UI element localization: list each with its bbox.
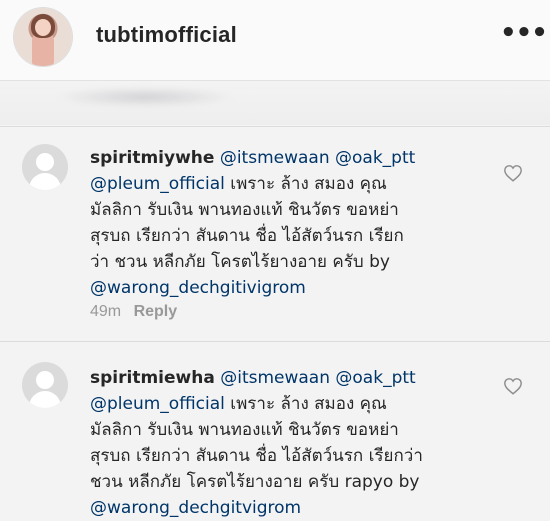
post-header: tubtimofficial ••• [0, 0, 550, 81]
profile-username[interactable]: tubtimofficial [96, 22, 237, 48]
comment-body-line: มัลลิกา รับเงิน พานทองแท้ ชินวัตร ขอหย่า [90, 420, 399, 440]
comment-body-line: ชวน หลีกภัย โครตไร้ยางอาย ครับ rapyo by [90, 472, 420, 492]
comment-body-line: ว่า ชวน หลีกภัย โครตไร้ยางอาย ครับ by [90, 252, 390, 272]
comment-mentions[interactable]: @itsmewaan @oak_ptt [220, 368, 415, 388]
comment-author[interactable]: spiritmiywhe [90, 148, 214, 168]
heart-outline-icon[interactable] [503, 164, 523, 182]
comment-timestamp: 49m [90, 303, 122, 320]
comment-item: spiritmiywhe @itsmewaan @oak_ptt @pleum_… [0, 127, 550, 341]
blurred-comment-area [0, 81, 550, 125]
comment-mention[interactable]: @warong_dechgitivigrom [90, 275, 500, 301]
comment-mention[interactable]: @pleum_official [90, 174, 225, 194]
comment-body-line: เพราะ ล้าง สมอง คุณ [224, 394, 387, 414]
comment-item: spiritmiewha @itsmewaan @oak_ptt @pleum_… [0, 342, 550, 518]
heart-outline-icon[interactable] [503, 377, 523, 395]
comment-body-line: สุรบถ เรียกว่า สันดาน ชื่อ ไอ้สัตว์นรก เ… [90, 226, 404, 246]
comment-mentions[interactable]: @itsmewaan @oak_ptt [220, 148, 415, 168]
comment-body-line: เพราะ ล้าง สมอง คุณ [224, 174, 387, 194]
comment-body-line: สุรบถ เรียกว่า สันดาน ชื่อ ไอ้สัตว์นรก เ… [90, 446, 423, 466]
comment-body-line: มัลลิกา รับเงิน พานทองแท้ ชินวัตร ขอหย่า [90, 200, 399, 220]
reply-button[interactable]: Reply [134, 303, 178, 320]
comment-mention[interactable]: @warong_dechgitvigrom [90, 495, 500, 521]
comment-mention[interactable]: @pleum_official [90, 394, 225, 414]
comment-author[interactable]: spiritmiewha [90, 368, 215, 388]
commenter-avatar[interactable] [22, 144, 68, 190]
comment-text: spiritmiywhe @itsmewaan @oak_ptt @pleum_… [90, 145, 500, 301]
more-options-icon[interactable]: ••• [500, 20, 548, 46]
comment-meta: 49m Reply [90, 303, 177, 321]
comment-text: spiritmiewha @itsmewaan @oak_ptt @pleum_… [90, 365, 500, 521]
commenter-avatar[interactable] [22, 362, 68, 408]
profile-avatar[interactable] [14, 8, 72, 66]
